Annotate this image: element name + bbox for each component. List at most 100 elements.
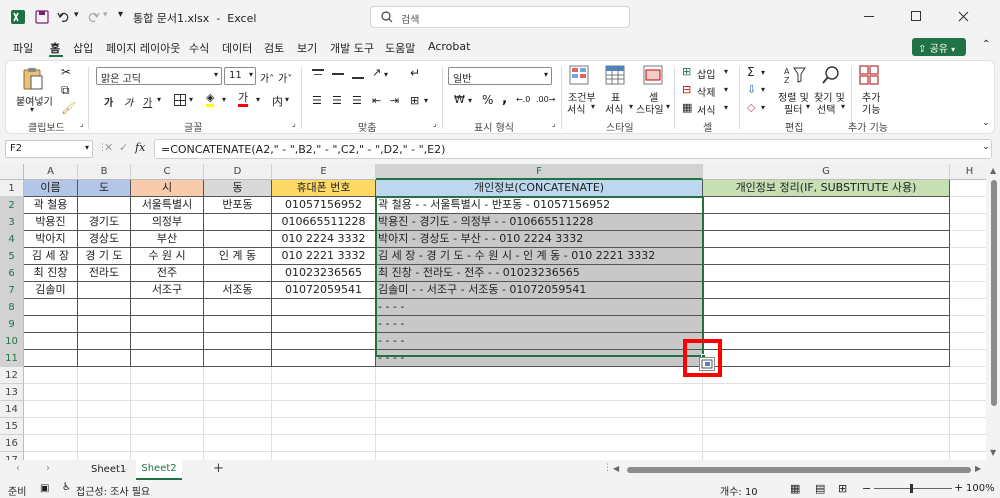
delete-cells-dropdown-icon[interactable]: ▾ <box>724 85 728 94</box>
tab-review[interactable]: 검토 <box>264 40 284 56</box>
empty-cell[interactable] <box>272 401 376 418</box>
quick-analysis-icon[interactable] <box>699 357 715 371</box>
data-cell-e[interactable] <box>272 299 376 316</box>
next-sheet-icon[interactable]: › <box>46 463 50 474</box>
align-top-icon[interactable] <box>312 69 324 79</box>
sheet-tab-sheet2[interactable]: Sheet2 <box>136 460 182 480</box>
paste-icon[interactable] <box>22 67 44 91</box>
font-color-icon[interactable]: 가 <box>238 92 249 107</box>
tabs-split-icon[interactable]: ⋮ <box>603 463 612 473</box>
bold-icon[interactable]: 가 <box>104 94 113 109</box>
data-cell-e[interactable]: 01072059541 <box>272 282 376 299</box>
paste-label[interactable]: 붙여넣기 <box>16 93 53 108</box>
expand-formula-icon[interactable]: ⌄ <box>982 142 990 152</box>
header-cell-e[interactable]: 휴대폰 번호 <box>272 180 376 197</box>
empty-cell[interactable] <box>950 299 988 316</box>
tab-view[interactable]: 보기 <box>297 40 317 56</box>
font-size-select[interactable]: 11 ▾ <box>224 67 256 85</box>
sort-filter-label-2[interactable]: 필터 <box>784 101 802 116</box>
data-cell-b[interactable] <box>78 316 131 333</box>
italic-icon[interactable]: 가 <box>124 94 133 109</box>
empty-cell[interactable] <box>703 367 950 384</box>
undo-icon[interactable] <box>57 10 71 24</box>
empty-cell[interactable] <box>24 418 78 435</box>
empty-cell[interactable] <box>703 418 950 435</box>
empty-cell[interactable] <box>204 452 272 460</box>
select-all-corner[interactable] <box>0 164 24 180</box>
empty-cell[interactable] <box>376 418 703 435</box>
merge-center-icon[interactable]: ⊞ <box>410 94 419 107</box>
header-cell-d[interactable]: 동 <box>204 180 272 197</box>
underline-icon[interactable]: 가 <box>143 94 152 109</box>
empty-cell[interactable] <box>950 282 988 299</box>
data-cell-b[interactable]: 경기도 <box>78 214 131 231</box>
number-format-select[interactable]: 일반 ▾ <box>448 67 552 85</box>
empty-cell[interactable] <box>950 333 988 350</box>
autosum-dropdown-icon[interactable]: ▾ <box>761 68 765 77</box>
tab-formulas[interactable]: 수식 <box>189 40 209 56</box>
search-box[interactable]: 검색 <box>370 6 630 28</box>
empty-cell[interactable] <box>272 452 376 460</box>
empty-cell[interactable] <box>78 384 131 401</box>
empty-cell[interactable] <box>703 435 950 452</box>
empty-cell[interactable] <box>272 418 376 435</box>
tab-developer[interactable]: 개발 도구 <box>330 40 374 56</box>
empty-cell[interactable] <box>950 384 988 401</box>
align-left-icon[interactable]: ☰ <box>312 94 322 107</box>
conditional-formatting-dropdown-icon[interactable]: ▾ <box>591 102 595 111</box>
data-cell-a[interactable] <box>24 316 78 333</box>
data-cell-a[interactable]: 김솔미 <box>24 282 78 299</box>
tab-page-layout[interactable]: 페이지 레이아웃 <box>106 40 180 56</box>
cleaned-result-cell[interactable] <box>703 265 950 282</box>
tab-help[interactable]: 도움말 <box>385 40 415 56</box>
column-header-a[interactable]: A <box>24 164 78 180</box>
empty-cell[interactable] <box>272 384 376 401</box>
sort-filter-icon[interactable]: AZ <box>784 65 806 85</box>
alignment-launcher-icon[interactable]: ⌟ <box>433 119 437 128</box>
tab-acrobat[interactable]: Acrobat <box>428 40 470 53</box>
data-cell-c[interactable]: 부산 <box>131 231 204 248</box>
add-sheet-icon[interactable]: + <box>213 461 224 476</box>
column-header-e[interactable]: E <box>272 164 376 180</box>
data-cell-c[interactable]: 서울특별시 <box>131 197 204 214</box>
scroll-right-icon[interactable]: ▶ <box>975 464 981 473</box>
row-header[interactable]: 13 <box>0 384 24 401</box>
data-cell-a[interactable] <box>24 333 78 350</box>
empty-cell[interactable] <box>78 452 131 460</box>
formula-input[interactable]: =CONCATENATE(A2," - ",B2," - ",C2," - ",… <box>154 139 992 159</box>
accessibility-icon[interactable]: ♿ <box>62 482 71 493</box>
tab-file[interactable]: 파일 <box>13 40 33 56</box>
empty-cell[interactable] <box>131 384 204 401</box>
customize-qat-icon[interactable]: ▾ <box>118 9 123 20</box>
comma-style-icon[interactable]: , <box>502 91 507 107</box>
percent-icon[interactable]: % <box>482 93 493 107</box>
clipboard-launcher-icon[interactable]: ⌟ <box>80 119 84 128</box>
empty-cell[interactable] <box>950 367 988 384</box>
row-header[interactable]: 6 <box>0 265 24 282</box>
insert-cells-label[interactable]: 삽입 <box>697 66 715 81</box>
accessibility-status[interactable]: 접근성: 조사 필요 <box>76 483 150 498</box>
data-cell-a[interactable]: 박아지 <box>24 231 78 248</box>
empty-cell[interactable] <box>24 435 78 452</box>
cleaned-result-cell[interactable] <box>703 282 950 299</box>
cleaned-result-cell[interactable] <box>703 214 950 231</box>
delete-cells-label[interactable]: 삭제 <box>697 84 715 99</box>
data-cell-d[interactable] <box>204 265 272 282</box>
cell-styles-label-2[interactable]: 스타일 <box>636 101 664 116</box>
row-header[interactable]: 15 <box>0 418 24 435</box>
format-cells-icon[interactable]: ▦ <box>682 101 692 114</box>
data-cell-c[interactable]: 서조구 <box>131 282 204 299</box>
data-cell-b[interactable] <box>78 299 131 316</box>
align-center-icon[interactable]: ☰ <box>332 94 342 107</box>
cell-styles-dropdown-icon[interactable]: ▾ <box>666 102 670 111</box>
empty-cell[interactable] <box>78 367 131 384</box>
data-cell-e[interactable]: 01023236565 <box>272 265 376 282</box>
page-break-view-icon[interactable]: ⊞ <box>838 482 847 495</box>
row-header[interactable]: 17 <box>0 452 24 460</box>
conditional-formatting-icon[interactable] <box>569 65 589 85</box>
cleaned-result-cell[interactable] <box>703 316 950 333</box>
zoom-level[interactable]: 100% <box>966 483 995 494</box>
empty-cell[interactable] <box>24 452 78 460</box>
data-cell-e[interactable] <box>272 350 376 367</box>
scroll-down-icon[interactable]: ▼ <box>990 448 996 457</box>
